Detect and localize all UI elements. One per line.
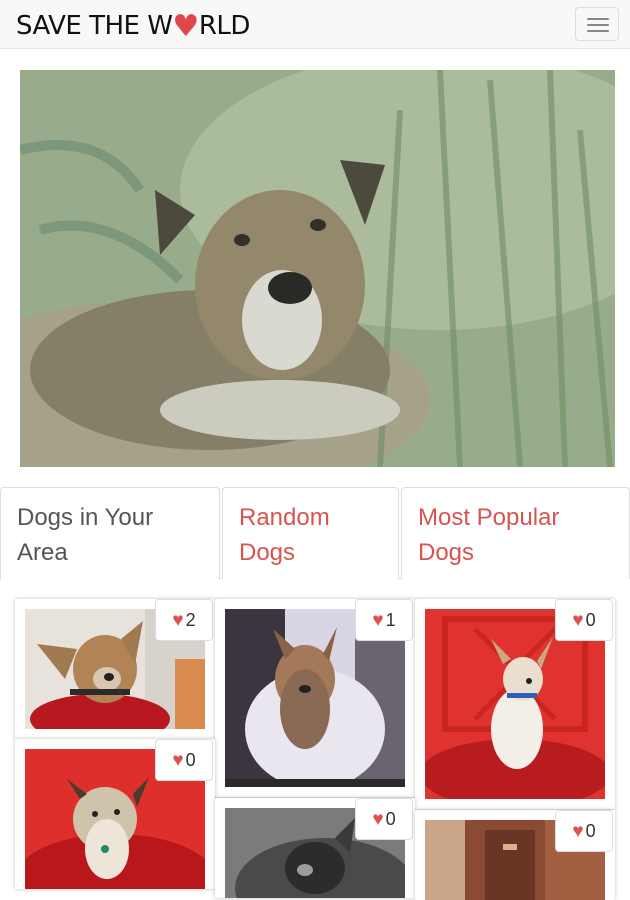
- dog-card[interactable]: ♥ 1: [215, 599, 415, 797]
- navbar: SAVE THE W♥RLD: [0, 0, 630, 49]
- like-count: 1: [385, 609, 396, 630]
- brand-logo[interactable]: SAVE THE W♥RLD: [16, 10, 250, 43]
- like-counter-button[interactable]: ♥ 0: [155, 739, 213, 781]
- hamburger-icon: [587, 18, 609, 20]
- dog-card[interactable]: ♥ 0: [415, 599, 615, 809]
- like-counter-button[interactable]: ♥ 0: [555, 810, 613, 852]
- like-counter-button[interactable]: ♥ 1: [355, 599, 413, 641]
- heart-icon: ♥: [572, 609, 584, 631]
- like-count: 0: [185, 749, 196, 770]
- heart-icon: ♥: [172, 609, 184, 631]
- tab-dogs-in-your-area[interactable]: Dogs in Your Area: [0, 487, 220, 580]
- brand-prefix: SAVE THE W: [16, 11, 173, 41]
- heart-icon: ♥: [172, 749, 184, 771]
- tab-random-dogs[interactable]: Random Dogs: [222, 487, 399, 579]
- hamburger-icon-bar: [587, 24, 609, 26]
- like-counter-button[interactable]: ♥ 0: [555, 599, 613, 641]
- like-counter-button[interactable]: ♥ 0: [355, 798, 413, 840]
- hero-dog-image: [20, 70, 615, 467]
- tab-most-popular-dogs[interactable]: Most Popular Dogs: [401, 487, 630, 579]
- heart-icon: ♥: [372, 808, 384, 830]
- dog-card[interactable]: ♥ 0: [15, 739, 215, 889]
- heart-icon: ♥: [372, 609, 384, 631]
- dog-card[interactable]: ♥ 0: [215, 798, 415, 898]
- dog-card[interactable]: ♥ 2: [15, 599, 215, 739]
- like-count: 0: [585, 609, 596, 630]
- like-count: 0: [385, 808, 396, 829]
- dog-card[interactable]: ♥ 0: [415, 810, 615, 900]
- like-counter-button[interactable]: ♥ 2: [155, 599, 213, 641]
- brand-suffix: RLD: [198, 11, 251, 41]
- hamburger-icon-bar: [587, 30, 609, 32]
- heart-icon: ♥: [572, 820, 584, 842]
- heart-icon: ♥: [172, 9, 199, 44]
- like-count: 0: [585, 820, 596, 841]
- like-count: 2: [185, 609, 196, 630]
- menu-toggle-button[interactable]: [575, 7, 619, 41]
